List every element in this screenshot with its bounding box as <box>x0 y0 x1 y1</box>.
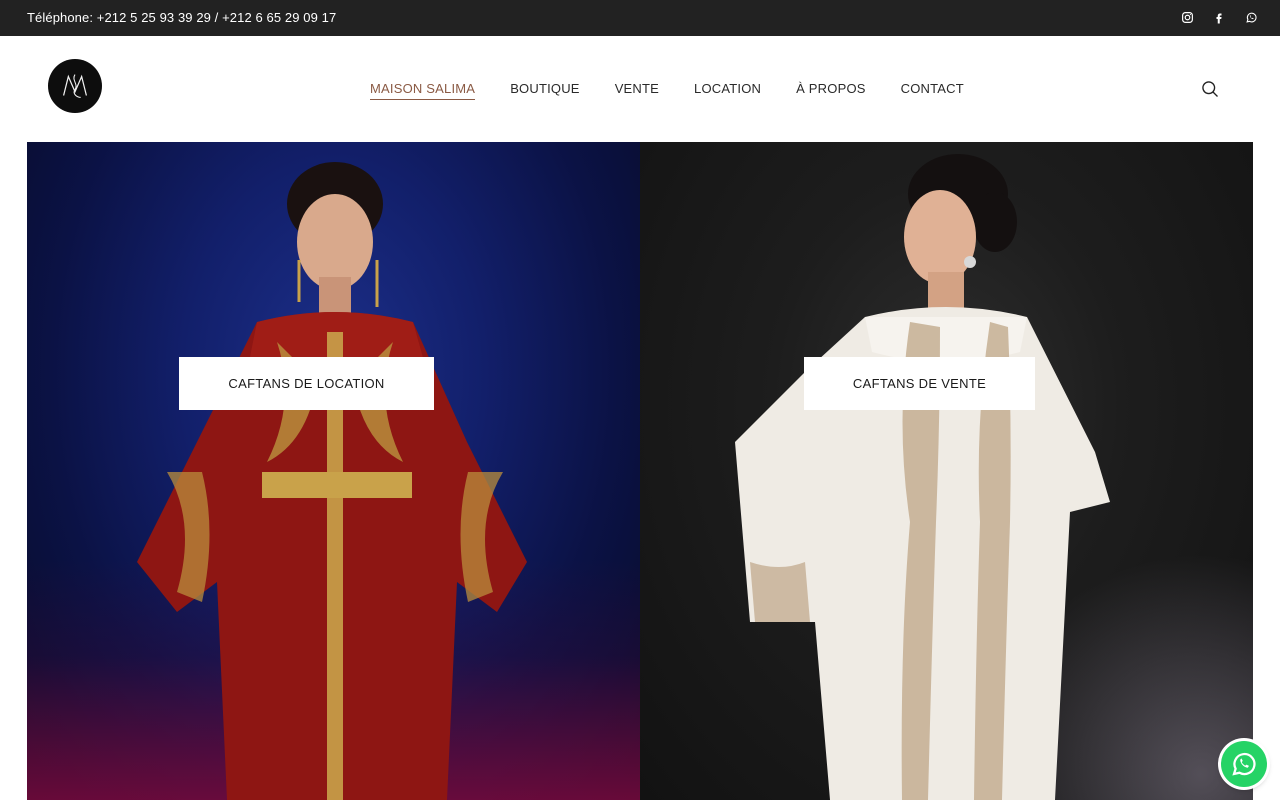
whatsapp-icon <box>1232 752 1256 776</box>
search-icon[interactable] <box>1200 79 1222 101</box>
nav-a-propos[interactable]: À PROPOS <box>796 81 866 100</box>
nav-location[interactable]: LOCATION <box>694 81 761 100</box>
top-bar: Téléphone: +212 5 25 93 39 29 / +212 6 6… <box>0 0 1280 36</box>
location-caftan-image[interactable] <box>27 142 640 800</box>
social-links <box>1180 10 1258 24</box>
red-caftan-model <box>137 162 527 800</box>
nav-boutique[interactable]: BOUTIQUE <box>510 81 580 100</box>
facebook-icon[interactable] <box>1212 10 1226 24</box>
main-nav: MAISON SALIMA BOUTIQUE VENTE LOCATION À … <box>370 81 999 100</box>
logo-mark-icon <box>63 74 87 98</box>
white-caftan-model <box>735 154 1110 800</box>
nav-vente[interactable]: VENTE <box>615 81 659 100</box>
instagram-icon[interactable] <box>1180 10 1194 24</box>
nav-maison-salima[interactable]: MAISON SALIMA <box>370 81 476 100</box>
site-header: MAISON SALIMA BOUTIQUE VENTE LOCATION À … <box>0 36 1280 142</box>
phone-text: Téléphone: +212 5 25 93 39 29 / +212 6 6… <box>27 10 337 25</box>
nav-contact[interactable]: CONTACT <box>901 81 964 100</box>
whatsapp-float-button[interactable] <box>1221 741 1267 787</box>
hero-banner <box>27 142 1253 800</box>
logo[interactable] <box>48 59 102 113</box>
vente-caftan-image[interactable] <box>640 142 1253 800</box>
caftans-vente-button[interactable]: CAFTANS DE VENTE <box>804 357 1035 410</box>
whatsapp-icon[interactable] <box>1244 10 1258 24</box>
caftans-location-button[interactable]: CAFTANS DE LOCATION <box>179 357 434 410</box>
